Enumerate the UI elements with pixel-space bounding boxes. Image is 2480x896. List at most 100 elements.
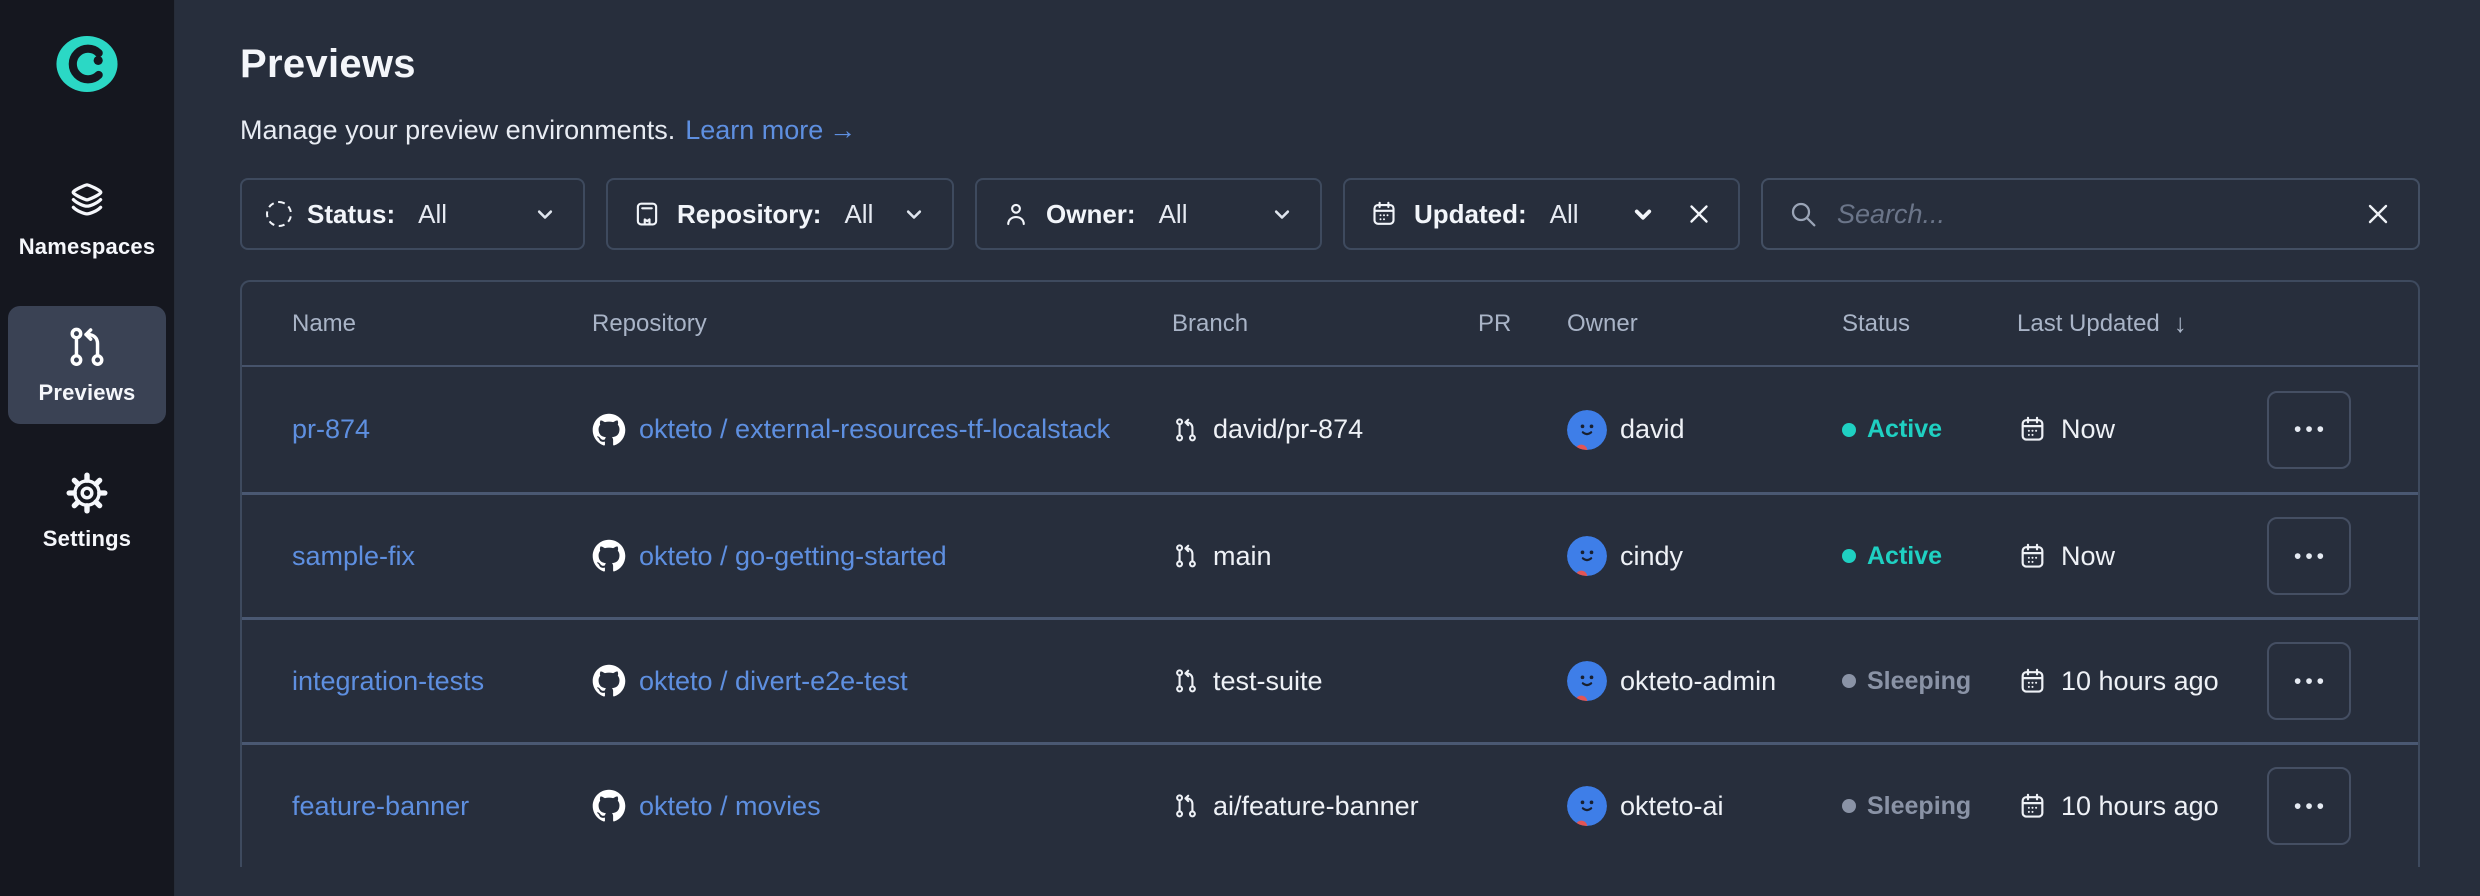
page-subtitle: Manage your preview environments. Learn … [240, 115, 2420, 146]
column-header-pr[interactable]: PR [1452, 310, 1567, 338]
owner-avatar [1567, 661, 1607, 701]
column-header-last-updated[interactable]: Last Updated ↓ [2017, 308, 2267, 339]
git-branch-icon [1172, 416, 1200, 444]
subtitle-text: Manage your preview environments. [240, 115, 675, 146]
table-row: integration-tests okteto / divert-e2e-te… [242, 617, 2418, 742]
branch-name: main [1213, 541, 1272, 572]
github-icon [592, 413, 626, 447]
calendar-icon [2017, 791, 2048, 822]
table-body: pr-874 okteto / external-resources-tf-lo… [242, 367, 2418, 867]
dashed-circle-icon [266, 201, 292, 227]
preview-name-link[interactable]: integration-tests [292, 666, 484, 697]
sidebar-nav: Namespaces Previews [0, 160, 174, 570]
column-header-owner[interactable]: Owner [1567, 310, 1842, 338]
repository-link[interactable]: okteto / go-getting-started [639, 541, 947, 572]
owner-avatar [1567, 536, 1607, 576]
gear-icon [64, 470, 110, 516]
last-updated-value: Now [2061, 414, 2115, 445]
row-menu-button[interactable]: ••• [2267, 767, 2351, 845]
status-dot-icon [1842, 423, 1856, 437]
sidebar-item-label: Settings [43, 526, 131, 552]
sidebar-item-previews[interactable]: Previews [8, 306, 166, 424]
column-header-branch[interactable]: Branch [1172, 310, 1452, 338]
repository-link[interactable]: okteto / movies [639, 791, 821, 822]
preview-name-link[interactable]: pr-874 [292, 414, 370, 445]
repository-filter-dropdown[interactable]: Repository: All [606, 178, 954, 250]
calendar-icon [2017, 414, 2048, 445]
owner-name: cindy [1620, 541, 1683, 572]
owner-name: okteto-ai [1620, 791, 1724, 822]
git-branch-icon [1172, 542, 1200, 570]
owner-name: david [1620, 414, 1685, 445]
sidebar-item-settings[interactable]: Settings [8, 452, 166, 570]
row-menu-button[interactable]: ••• [2267, 517, 2351, 595]
status-dot-icon [1842, 799, 1856, 813]
chevron-down-icon [1268, 200, 1296, 228]
sidebar-item-namespaces[interactable]: Namespaces [8, 160, 166, 278]
last-updated-value: 10 hours ago [2061, 791, 2219, 822]
repository-link[interactable]: okteto / divert-e2e-test [639, 666, 908, 697]
status-badge: Active [1842, 542, 1942, 571]
main-content: Previews Manage your preview environment… [175, 0, 2480, 867]
preview-name-link[interactable]: sample-fix [292, 541, 415, 572]
column-header-name[interactable]: Name [292, 310, 592, 338]
chevron-down-icon [900, 200, 928, 228]
owner-filter-dropdown[interactable]: Owner: All [975, 178, 1322, 250]
okteto-logo-icon[interactable] [56, 36, 118, 92]
row-menu-button[interactable]: ••• [2267, 391, 2351, 469]
calendar-icon [1369, 199, 1399, 229]
branch-name: ai/feature-banner [1213, 791, 1419, 822]
sort-desc-icon[interactable]: ↓ [2174, 308, 2187, 339]
github-icon [592, 789, 626, 823]
clear-search-icon[interactable] [2362, 198, 2394, 230]
branch-name: test-suite [1213, 666, 1323, 697]
git-branch-icon [1172, 667, 1200, 695]
status-filter-dropdown[interactable]: Status: All [240, 178, 585, 250]
row-menu-button[interactable]: ••• [2267, 642, 2351, 720]
arrow-right-icon: → [829, 115, 856, 146]
status-dot-icon [1842, 549, 1856, 563]
column-header-status[interactable]: Status [1842, 310, 2017, 338]
previews-table: Name Repository Branch PR Owner Status L… [240, 280, 2420, 867]
pull-request-icon [64, 324, 110, 370]
branch-name: david/pr-874 [1213, 414, 1363, 445]
updated-filter-dropdown[interactable]: Updated: All [1343, 178, 1740, 250]
page-title: Previews [240, 42, 2420, 87]
layers-icon [64, 178, 110, 224]
status-badge: Sleeping [1842, 667, 1971, 696]
table-header-row: Name Repository Branch PR Owner Status L… [242, 282, 2418, 367]
sidebar-item-label: Namespaces [19, 234, 156, 260]
last-updated-value: 10 hours ago [2061, 666, 2219, 697]
table-row: sample-fix okteto / go-getting-started [242, 492, 2418, 617]
preview-name-link[interactable]: feature-banner [292, 791, 469, 822]
person-icon [1001, 199, 1031, 229]
last-updated-value: Now [2061, 541, 2115, 572]
owner-name: okteto-admin [1620, 666, 1776, 697]
table-row: pr-874 okteto / external-resources-tf-lo… [242, 367, 2418, 492]
sidebar-item-label: Previews [38, 380, 135, 406]
status-badge: Active [1842, 415, 1942, 444]
filter-bar: Status: All Repository: All [240, 178, 2420, 250]
repository-link[interactable]: okteto / external-resources-tf-localstac… [639, 414, 1110, 445]
status-badge: Sleeping [1842, 792, 1971, 821]
repo-icon [632, 199, 662, 229]
chevron-down-icon [1628, 199, 1658, 229]
github-icon [592, 539, 626, 573]
owner-avatar [1567, 786, 1607, 826]
sidebar: Namespaces Previews [0, 0, 175, 896]
status-label: Sleeping [1867, 667, 1971, 696]
owner-avatar [1567, 410, 1607, 450]
git-branch-icon [1172, 792, 1200, 820]
search-icon [1787, 198, 1819, 230]
calendar-icon [2017, 541, 2048, 572]
search-input[interactable] [1837, 199, 2344, 230]
chevron-down-icon [531, 200, 559, 228]
column-header-repository[interactable]: Repository [592, 310, 1172, 338]
calendar-icon [2017, 666, 2048, 697]
status-label: Sleeping [1867, 792, 1971, 821]
status-label: Active [1867, 415, 1942, 444]
learn-more-link[interactable]: Learn more→ [685, 115, 856, 146]
clear-updated-filter-icon[interactable] [1684, 199, 1714, 229]
search-box [1761, 178, 2420, 250]
status-label: Active [1867, 542, 1942, 571]
